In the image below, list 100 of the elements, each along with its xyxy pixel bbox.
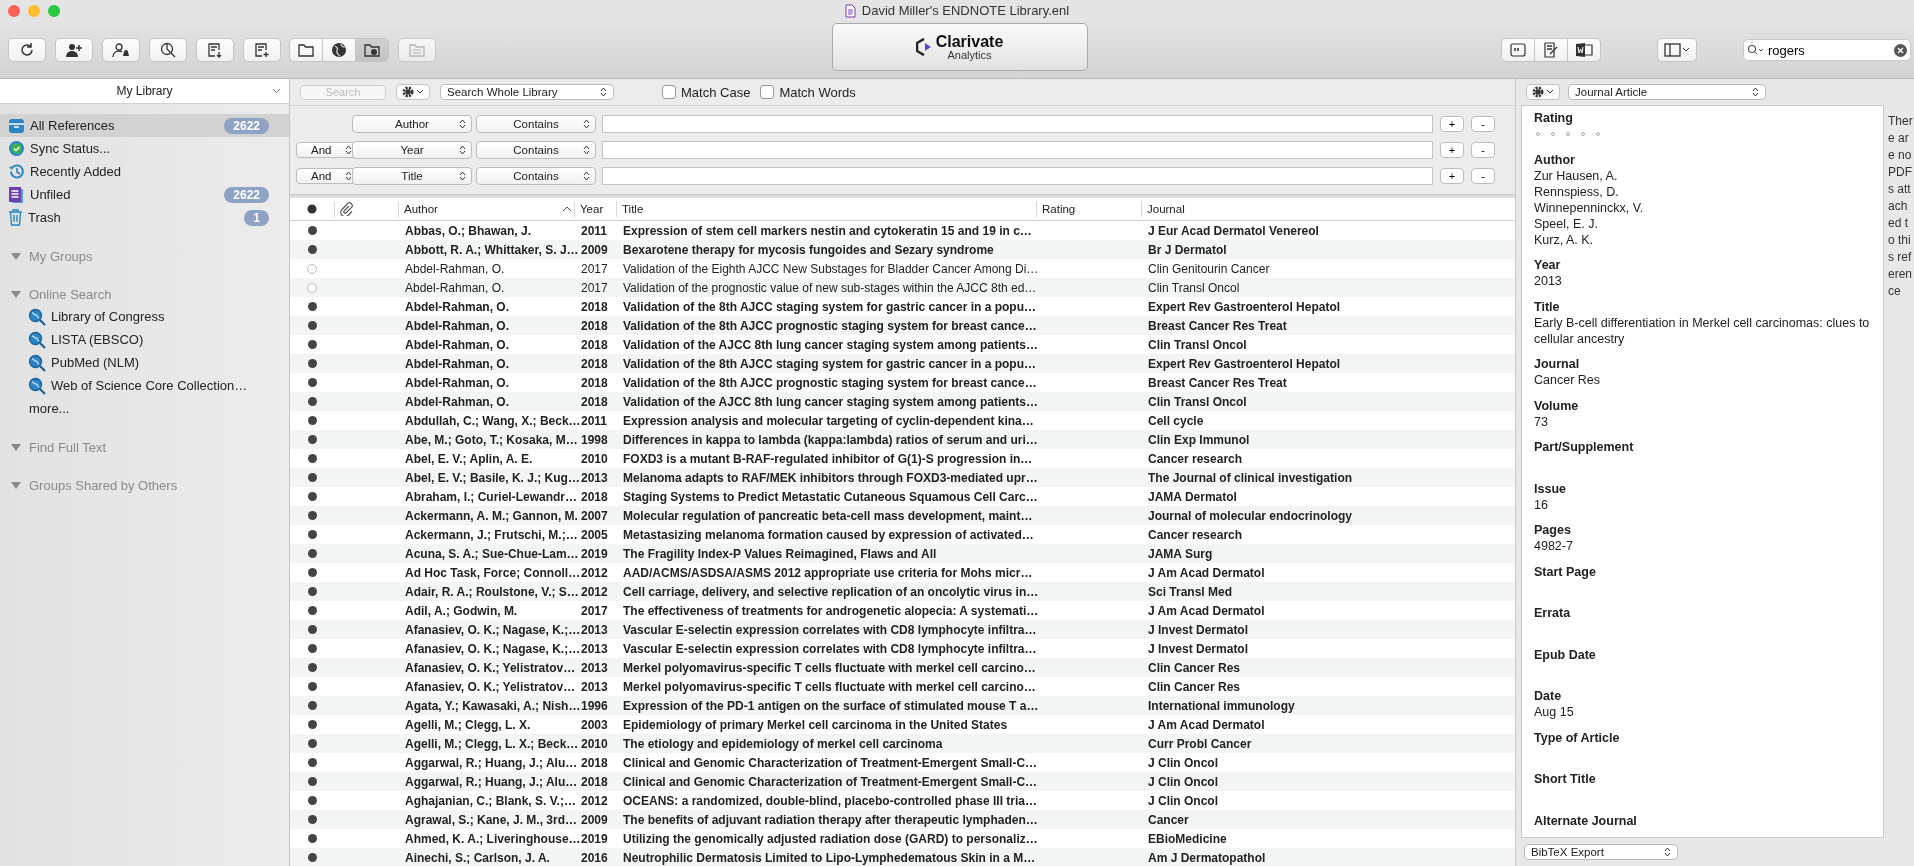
search-term-field[interactable] [602,115,1433,133]
read-status-dot[interactable] [307,758,317,767]
read-status-icon[interactable] [307,204,317,214]
sidebar-item[interactable]: Sync Status... [0,137,289,160]
checkbox[interactable] [760,85,775,99]
online-source-item[interactable]: LISTA (EBSCO) [0,328,289,351]
add-row-button[interactable]: + [1440,116,1464,132]
table-row[interactable]: Abdel-Rahman, O. 2017 Validation of the prognostic value of new sub-stages within the AJCC 8th ed… Clin Transl Oncol [290,278,1515,297]
read-status-dot[interactable] [307,834,317,843]
sidebar-item[interactable]: Trash 1 [0,206,289,229]
remove-row-button[interactable]: - [1471,142,1495,158]
online-source-item[interactable]: Web of Science Core Collection… [0,374,289,397]
toolbar-button[interactable] [196,38,234,62]
read-status-dot[interactable] [307,625,317,634]
table-row[interactable]: Aggarwal, R.; Huang, J.; Alu… 2018 Clinical and Genomic Characterization of Treatment-Emergent Small-C… J Clin Oncol [290,753,1515,772]
field-value[interactable]: Winnepenninckx, V. [1534,199,1871,216]
table-row[interactable]: Abdullah, C.; Wang, X.; Beck…2011 Expression analysis and molecular targeting of cyclin-dependent kina… Cell cycle [290,411,1515,430]
read-status-dot[interactable] [307,359,317,368]
read-status-dot[interactable] [307,720,317,729]
operator-dropdown[interactable]: Contains [476,141,596,159]
table-row[interactable]: Ad Hoc Task, Force; Connoll…2012 AAD/ACMS/ASDSA/ASMS 2012 appropriate use criteria for Mohs micr… J Am Acad Dermatol [290,563,1515,582]
read-status-dot[interactable] [307,321,317,330]
read-status-dot[interactable] [307,606,317,615]
online-source-item[interactable]: PubMed (NLM) [0,351,289,374]
field-value[interactable]: Zur Hausen, A. [1534,167,1871,184]
clear-icon[interactable] [1894,43,1907,57]
table-row[interactable]: Ainechi, S.; Carlson, J. A. 2016 Neutrophilic Dermatosis Limited to Lipo-Lymphedematous Skin in a M… Am J Dermatopathol [290,848,1515,866]
table-row[interactable]: Abdel-Rahman, O. 2018 Validation of the 8th AJCC staging system for gastric cancer in a popu… Expert Rev Gastroenterol Hepatol [290,354,1515,373]
read-status-dot[interactable] [307,473,317,482]
table-row[interactable]: Agata, Y.; Kawasaki, A.; Nish…1996 Expression of the PD-1 antigen on the surface of stimulated mouse T a… International immunology [290,696,1515,715]
column-header[interactable]: Year [574,201,616,217]
read-status-dot[interactable] [307,226,317,235]
column-header[interactable]: Rating [1036,201,1141,217]
table-row[interactable]: Adil, A.; Godwin, M. 2017 The effectiveness of treatments for androgenetic alopecia: A systemati… J Am Acad Dermatol [290,601,1515,620]
mode-button[interactable] [355,38,389,62]
table-row[interactable]: Abdel-Rahman, O. 2018 Validation of the 8th AJCC staging system for gastric cancer in a popu… Expert Rev Gastroenterol Hepatol [290,297,1515,316]
read-status-dot[interactable] [307,644,317,653]
table-row[interactable]: Ackermann, J.; Frutschi, M.;… 2005 Metastasizing melanoma formation caused by expression of activated… Cancer research [290,525,1515,544]
remove-row-button[interactable]: - [1471,116,1495,132]
search-term-field[interactable] [602,141,1433,159]
online-source-item[interactable]: Library of Congress [0,305,289,328]
field-value[interactable]: 73 [1534,413,1871,430]
remove-row-button[interactable]: - [1471,168,1495,184]
option-checkbox[interactable]: Match Words [760,84,856,100]
read-status-dot[interactable] [307,492,317,501]
read-status-dot[interactable] [307,701,317,710]
table-row[interactable]: Ackermann, A. M.; Gannon, M. 2007 Molecular regulation of pancreatic beta-cell mass development, maint… Journal of molecular endocrinology [290,506,1515,525]
field-value[interactable]: 2013 [1534,273,1871,289]
disclosure-triangle-icon[interactable] [11,480,21,490]
table-row[interactable]: Agrawal, S.; Kane, J. M., 3rd… 2009 The benefits of adjuvant radiation therapy after therapeutic lymphaden… Cancer [290,810,1515,829]
table-row[interactable]: Abel, E. V.; Aplin, A. E. 2010 FOXD3 is a mutant B-RAF-regulated inhibitor of G(1)-S progression in… Cancer research [290,449,1515,468]
toolbar-button[interactable] [1501,38,1535,62]
read-status-dot[interactable] [307,378,317,387]
options-button[interactable] [396,84,430,100]
table-row[interactable]: Acuna, S. A.; Sue-Chue-Lam… 2019 The Fragility Index-P Values Reimagined, Flaws and All JAMA Surg [290,544,1515,563]
scope-dropdown[interactable]: Search Whole Library [440,84,614,100]
read-status-dot[interactable] [307,282,317,293]
checkbox[interactable] [662,85,676,99]
read-status-dot[interactable] [307,245,317,254]
add-row-button[interactable]: + [1440,168,1464,184]
field-dropdown[interactable]: Year [352,141,472,159]
field-value[interactable]: Early B-cell differentiation in Merkel cell carcinomas: clues to cellular ancestry [1534,314,1871,347]
table-row[interactable]: Afanasiev, O. K.; Yelistratov… 2013 Merkel polyomavirus-specific T cells fluctuate with merkel cell carcino… Clin Cancer Res [290,658,1515,677]
reference-type-dropdown[interactable]: Journal Article [1568,84,1766,100]
read-status-dot[interactable] [307,815,317,824]
output-style-dropdown[interactable]: BibTeX Export [1524,844,1678,860]
read-status-dot[interactable] [307,397,317,406]
read-status-dot[interactable] [307,416,317,425]
table-row[interactable]: Ahmed, K. A.; Liveringhouse…2019 Utilizing the genomically adjusted radiation dose (GARD) to personaliz… EBioMedicine [290,829,1515,848]
table-row[interactable]: Afanasiev, O. K.; Nagase, K.;…2013 Vascular E-selectin expression correlates with CD8 lymphocyte infiltra… J Invest Dermatol [290,639,1515,658]
read-status-dot[interactable] [307,739,317,748]
disclosure-triangle-icon[interactable] [11,442,21,452]
disclosure-triangle-icon[interactable] [11,289,21,299]
table-row[interactable]: Aggarwal, R.; Huang, J.; Alu… 2018 Clinical and Genomic Characterization of Treatment-Emergent Small-C… J Clin Oncol [290,772,1515,791]
read-status-dot[interactable] [307,663,317,672]
operator-dropdown[interactable]: Contains [476,115,596,133]
read-status-dot[interactable] [307,568,317,577]
read-status-dot[interactable] [307,340,317,349]
field-dropdown[interactable]: Title [352,167,472,185]
table-row[interactable]: Abel, E. V.; Basile, K. J.; Kug…2013 Melanoma adapts to RAF/MEK inhibitors through FOXD3-mediated upr… The Journal of clinical investigation [290,468,1515,487]
read-status-dot[interactable] [307,549,317,558]
read-status-dot[interactable] [307,263,317,274]
paperclip-icon[interactable] [340,202,354,216]
table-row[interactable]: Afanasiev, O. K.; Yelistratov… 2013 Merkel polyomavirus-specific T cells fluctuate with merkel cell carcino… Clin Cancer Res [290,677,1515,696]
table-row[interactable]: Abdel-Rahman, O. 2018 Validation of the 8th AJCC prognostic staging system for breast cance… Breast Cancer Res Treat [290,373,1515,392]
table-row[interactable]: Abraham, I.; Curiel-Lewandr… 2018 Staging Systems to Predict Metastatic Cutaneous Squamous Cell Carc… JAMA Dermatol [290,487,1515,506]
field-value[interactable]: Speel, E. J. [1534,215,1871,232]
read-status-dot[interactable] [307,777,317,786]
toolbar-button[interactable] [1534,38,1568,62]
online-source-item[interactable]: more... [0,397,289,420]
table-row[interactable]: Afanasiev, O. K.; Nagase, K.;…2013 Vascular E-selectin expression correlates with CD8 lymphocyte infiltra… J Invest Dermatol [290,620,1515,639]
read-status-dot[interactable] [307,853,317,862]
sidebar-item[interactable]: All References 2622 [0,114,289,137]
read-status-dot[interactable] [307,530,317,539]
sidebar-item[interactable]: Unfiled 2622 [0,183,289,206]
column-header[interactable]: Author [398,201,574,217]
field-value[interactable]: Kurz, A. K. [1534,231,1871,248]
read-status-dot[interactable] [307,796,317,805]
table-row[interactable]: Abdel-Rahman, O. 2018 Validation of the AJCC 8th lung cancer staging system among patients… Clin Transl Oncol [290,392,1515,411]
read-status-dot[interactable] [307,302,317,311]
